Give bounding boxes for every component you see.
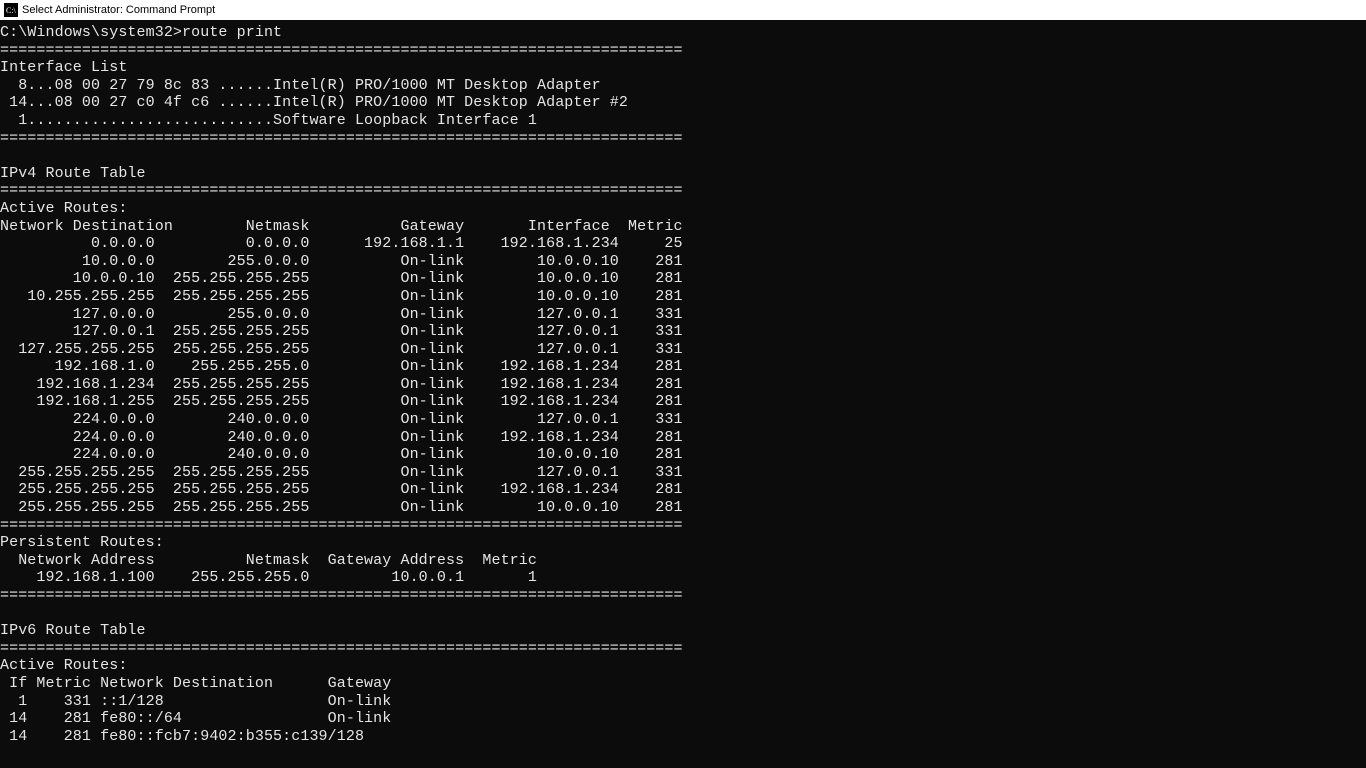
ipv4-title: IPv4 Route Table bbox=[0, 165, 146, 182]
interface-line: 14...08 00 27 c0 4f c6 ......Intel(R) PR… bbox=[0, 94, 628, 111]
separator-line: ========================================… bbox=[0, 517, 683, 534]
interface-list-header: Interface List bbox=[0, 59, 127, 76]
prompt-path: C:\Windows\system32> bbox=[0, 24, 182, 41]
ipv4-rows: 0.0.0.0 0.0.0.0 192.168.1.1 192.168.1.23… bbox=[0, 235, 683, 516]
ipv6-title: IPv6 Route Table bbox=[0, 622, 146, 639]
persistent-routes-header: Persistent Routes: bbox=[0, 534, 164, 551]
separator-line: ========================================… bbox=[0, 182, 683, 199]
ipv4-columns: Network Destination Netmask Gateway Inte… bbox=[0, 218, 683, 235]
prompt-line: C:\Windows\system32>route print bbox=[0, 24, 282, 41]
prompt-command: route print bbox=[182, 24, 282, 41]
separator-line: ========================================… bbox=[0, 587, 683, 604]
ipv6-rows: 1 331 ::1/128 On-link 14 281 fe80::/64 O… bbox=[0, 693, 391, 745]
terminal-output[interactable]: C:\Windows\system32>route print ========… bbox=[0, 20, 1366, 768]
interface-line: 1...........................Software Loo… bbox=[0, 112, 537, 129]
window-title-bar[interactable]: C:\ Select Administrator: Command Prompt bbox=[0, 0, 1366, 20]
separator-line: ========================================… bbox=[0, 640, 683, 657]
active-routes-header: Active Routes: bbox=[0, 200, 127, 217]
ipv6-columns: If Metric Network Destination Gateway bbox=[0, 675, 391, 692]
persistent-rows: 192.168.1.100 255.255.255.0 10.0.0.1 1 bbox=[0, 569, 537, 586]
separator-line: ========================================… bbox=[0, 42, 683, 59]
window-title: Select Administrator: Command Prompt bbox=[22, 4, 215, 16]
interface-line: 8...08 00 27 79 8c 83 ......Intel(R) PRO… bbox=[0, 77, 601, 94]
active-routes-header: Active Routes: bbox=[0, 657, 127, 674]
separator-line: ========================================… bbox=[0, 130, 683, 147]
cmd-icon: C:\ bbox=[4, 3, 18, 17]
svg-text:C:\: C:\ bbox=[6, 6, 17, 15]
persistent-columns: Network Address Netmask Gateway Address … bbox=[0, 552, 537, 569]
